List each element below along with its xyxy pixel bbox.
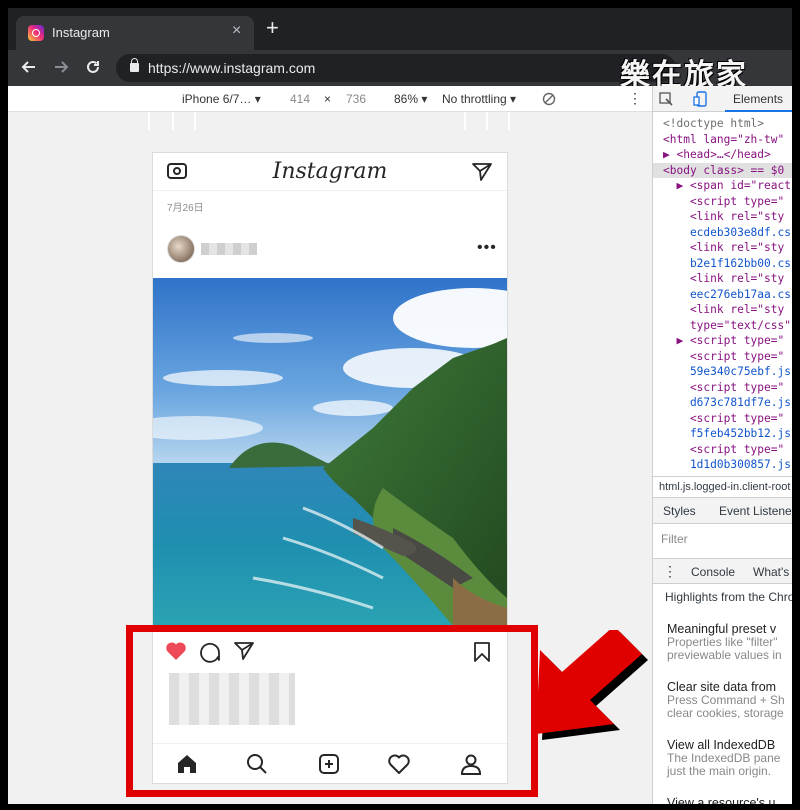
browser-window: Instagram × + https://www.instagram.com …	[8, 8, 792, 804]
media-query-ruler	[8, 112, 652, 130]
highlights-heading: Highlights from the Chrome	[665, 590, 792, 604]
emulated-viewport: Instagram 7月26日 •••	[8, 130, 652, 804]
dom-tree-line[interactable]: <link rel="sty	[653, 271, 792, 287]
dom-tree-line[interactable]: 1d1d0b300857.js	[653, 457, 792, 473]
dom-tree-line[interactable]: ▶ <head>…</head>	[653, 147, 792, 163]
device-toggle-icon[interactable]	[693, 91, 707, 107]
viewport-width[interactable]: 414	[290, 92, 310, 106]
ig-header: Instagram	[153, 153, 507, 191]
dom-tree-line[interactable]: b2e1f162bb00.cs	[653, 256, 792, 272]
screenshot-frame: Instagram × + https://www.instagram.com …	[0, 0, 800, 810]
tab-title: Instagram	[52, 25, 110, 40]
news-item-title[interactable]: Clear site data from	[667, 680, 792, 694]
more-options-icon[interactable]: ⋮	[628, 90, 642, 107]
close-tab-icon[interactable]: ×	[232, 22, 241, 40]
devtools-topbar: Elements	[653, 86, 792, 112]
direct-message-icon[interactable]	[471, 162, 493, 182]
news-item-text: clear cookies, storage	[667, 706, 784, 720]
dom-tree-line[interactable]: ▶ <script type="	[653, 333, 792, 349]
viewport-height[interactable]: 736	[346, 92, 366, 106]
dom-tree-line[interactable]: <script type="	[653, 349, 792, 365]
lock-icon	[130, 58, 139, 72]
tab-console[interactable]: Console	[691, 565, 735, 579]
dom-tree-line[interactable]: ecdeb303e8df.cs	[653, 225, 792, 241]
watermark-logo: 樂在旅家	[620, 58, 748, 93]
highlight-box	[126, 625, 538, 797]
news-item-title[interactable]: View a resource's u	[667, 796, 792, 804]
address-bar[interactable]: https://www.instagram.com	[116, 54, 676, 82]
drawer-tabbar: ⋮ Console What's New	[653, 558, 792, 584]
dom-tree-line[interactable]: <link rel="sty	[653, 209, 792, 225]
dom-tree-line[interactable]: <script type="	[653, 380, 792, 396]
tab-strip: Instagram × +	[8, 8, 792, 50]
dom-breadcrumb[interactable]: html.js.logged-in.client-root	[653, 476, 792, 498]
avatar[interactable]	[167, 235, 195, 263]
post-date: 7月26日	[167, 203, 204, 214]
dom-tree-line[interactable]: eec276eb17aa.cs	[653, 287, 792, 303]
news-item-text: previewable values in	[667, 648, 782, 662]
tab-instagram[interactable]: Instagram ×	[16, 16, 254, 50]
dom-tree-line[interactable]: <link rel="sty	[653, 302, 792, 318]
forward-arrow-icon[interactable]	[52, 58, 70, 76]
active-tab-indicator	[725, 110, 792, 112]
tab-styles[interactable]: Styles	[663, 504, 696, 518]
whats-new-content: Highlights from the Chrome Meaningful pr…	[665, 590, 792, 804]
dom-tree-line[interactable]: d673c781df7e.js	[653, 395, 792, 411]
dimension-separator: ×	[324, 92, 332, 106]
more-options-icon[interactable]: •••	[477, 239, 497, 257]
zoom-select[interactable]: 86% ▾	[394, 92, 427, 106]
blurred-username	[201, 243, 257, 255]
tab-whats-new[interactable]: What's New	[753, 565, 792, 579]
tab-elements[interactable]: Elements	[733, 92, 783, 106]
device-select[interactable]: iPhone 6/7… ▾	[182, 92, 261, 106]
back-arrow-icon[interactable]	[20, 58, 38, 76]
new-tab-button[interactable]: +	[266, 17, 279, 39]
styles-tabbar: Styles Event Listeners	[653, 498, 792, 524]
dom-tree-line[interactable]: <link rel="sty	[653, 240, 792, 256]
tab-event-listeners[interactable]: Event Listeners	[719, 504, 792, 518]
styles-filter-input[interactable]: Filter	[661, 532, 688, 546]
device-toolbar: iPhone 6/7… ▾ 414 × 736 86% ▾ No throttl…	[8, 86, 652, 112]
dom-tree-line[interactable]: <body class> == $0	[653, 162, 792, 178]
dom-tree-line[interactable]: f5feb452bb12.js	[653, 426, 792, 442]
dom-tree-line[interactable]: <!doctype html>	[653, 116, 792, 132]
news-item-text: just the main origin.	[667, 764, 772, 778]
drawer-menu-icon[interactable]: ⋮	[663, 563, 677, 580]
dom-tree-line[interactable]: type="text/css"	[653, 318, 792, 334]
devtools-panel: Elements <!doctype html> <html lang="zh-t…	[652, 86, 792, 804]
rotate-icon[interactable]	[542, 92, 556, 106]
throttling-select[interactable]: No throttling ▾	[442, 92, 516, 106]
reload-icon[interactable]	[84, 58, 102, 76]
annotation-arrow-icon	[536, 630, 648, 740]
news-item-title[interactable]: Meaningful preset v	[667, 622, 792, 636]
dom-tree[interactable]: <!doctype html> <html lang="zh-tw" ▶ <head…	[653, 116, 792, 473]
url-text: https://www.instagram.com	[148, 60, 316, 76]
instagram-logo: Instagram	[272, 159, 388, 184]
post-header: •••	[153, 231, 507, 277]
dom-tree-line[interactable]: <script type="	[653, 442, 792, 458]
dom-tree-line[interactable]: ▶ <span id="react	[653, 178, 792, 194]
dom-tree-line[interactable]: 59e340c75ebf.js	[653, 364, 792, 380]
browser-toolbar: https://www.instagram.com 樂在旅家	[8, 50, 792, 93]
news-item-title[interactable]: View all IndexedDB	[667, 738, 792, 752]
dom-tree-line[interactable]: <html lang="zh-tw"	[653, 132, 792, 148]
inspect-element-icon[interactable]	[659, 92, 673, 106]
dom-tree-line[interactable]: <script type="	[653, 194, 792, 210]
dom-tree-line[interactable]: <script type="	[653, 411, 792, 427]
post-photo	[153, 278, 507, 626]
instagram-favicon-icon	[28, 25, 44, 41]
